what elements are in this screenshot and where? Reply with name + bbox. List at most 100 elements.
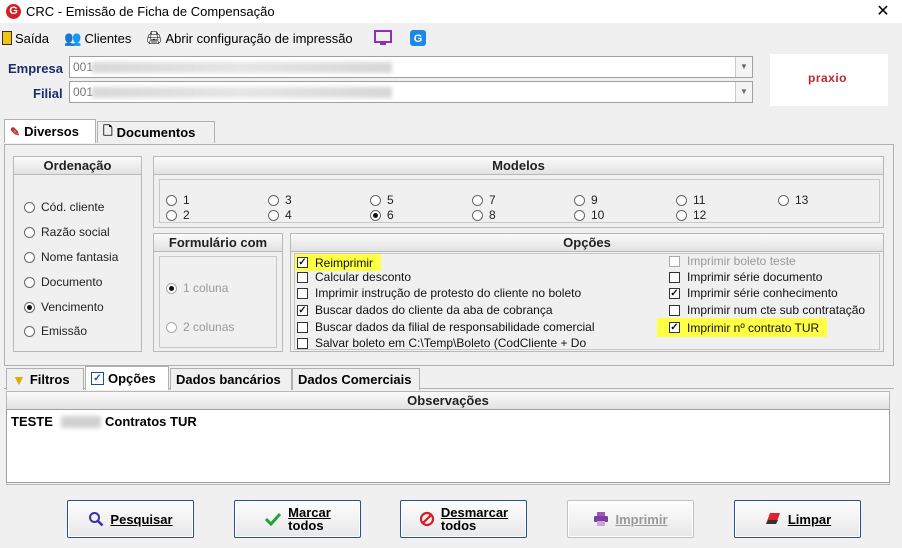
imprimir-protesto-checkbox[interactable]: Imprimir instrução de protesto do client… <box>297 285 581 301</box>
radio-documento[interactable]: Documento <box>24 275 102 289</box>
exit-door-icon <box>2 31 12 45</box>
formulario-title: Formulário com <box>154 234 282 252</box>
radio-1-coluna[interactable]: 1 coluna <box>166 281 228 295</box>
buscar-dados-cliente-checkbox[interactable]: ✓ Buscar dados do cliente da aba de cobra… <box>297 302 553 318</box>
radio-modelo-8[interactable]: 8 <box>472 208 496 222</box>
observacoes-text-start: TESTE <box>11 414 53 429</box>
pesquisar-label: Pesquisar <box>110 511 173 527</box>
calcular-desconto-checkbox[interactable]: Calcular desconto <box>297 269 411 285</box>
tab-dados-bancarios-label: Dados bancários <box>176 372 281 387</box>
imprimir-button[interactable]: Imprimir <box>567 500 694 538</box>
observacoes-text-end: Contratos TUR <box>105 414 197 429</box>
filial-value: 001 <box>73 85 94 99</box>
printer-icon <box>594 512 609 526</box>
g-app-icon: G <box>410 30 426 46</box>
desmarcar-todos-button[interactable]: Desmarcar todos <box>400 500 527 538</box>
radio-modelo-4[interactable]: 4 <box>268 208 292 222</box>
radio-modelo-6[interactable]: 6 <box>370 208 394 222</box>
toolbar: Saída 👥 Clientes 🖨 Abrir configuração de… <box>0 24 902 50</box>
config-button[interactable]: 🖨 Abrir configuração de impressão <box>146 28 353 48</box>
radio-razao-social[interactable]: Razão social <box>24 225 110 239</box>
radio-2-colunas[interactable]: 2 colunas <box>166 320 234 334</box>
document-icon: 🗋 <box>103 124 113 138</box>
filial-name-blurred <box>92 87 392 98</box>
brand-logo: praxio <box>770 54 888 106</box>
imprimir-boleto-teste-checkbox[interactable]: Imprimir boleto teste <box>669 253 796 269</box>
observacoes-title: Observações <box>7 392 889 410</box>
title-bar: G CRC - Emissão de Ficha de Compensação … <box>0 0 902 24</box>
radio-modelo-12[interactable]: 12 <box>676 208 706 222</box>
empresa-value: 001 <box>73 60 94 74</box>
config-label: Abrir configuração de impressão <box>165 30 353 46</box>
opcoes-group: Opções ✓ Reimprimir Calcular desconto Imp… <box>290 233 884 352</box>
filial-label: Filial <box>33 86 63 101</box>
radio-emissao[interactable]: Emissão <box>24 324 87 338</box>
tab-dados-comerciais[interactable]: Dados Comerciais <box>292 368 420 390</box>
empresa-label: Empresa <box>8 61 63 76</box>
radio-modelo-13[interactable]: 13 <box>778 193 808 207</box>
checkbox-icon: ✓ <box>669 287 680 299</box>
saida-label: Saída <box>15 30 49 46</box>
tab-opcoes-label: Opções <box>108 371 156 386</box>
limpar-label: Limpar <box>787 511 832 527</box>
saida-button[interactable]: Saída <box>2 28 49 48</box>
brand-text: praxio <box>808 71 848 85</box>
tab-filtros[interactable]: ▼ Filtros <box>6 368 84 390</box>
chevron-down-icon[interactable]: ▼ <box>735 57 752 77</box>
tab-opcoes[interactable]: ✓ Opções <box>85 366 169 390</box>
empresa-select[interactable]: 001 ▼ <box>69 56 753 78</box>
salvar-boleto-checkbox[interactable]: Salvar boleto em C:\Temp\Boleto (CodClie… <box>297 335 586 351</box>
tab-filtros-label: Filtros <box>29 372 70 387</box>
modelos-group: Modelos 1 2 3 4 5 6 7 8 9 10 11 12 13 <box>153 156 884 228</box>
chevron-down-icon[interactable]: ▼ <box>735 82 752 102</box>
observacoes-textarea[interactable]: TESTE Contratos TUR <box>6 409 890 483</box>
radio-modelo-5[interactable]: 5 <box>370 193 394 207</box>
imprimir-serie-conhecimento-checkbox[interactable]: ✓ Imprimir série conhecimento <box>669 285 838 301</box>
close-icon[interactable]: ✕ <box>872 1 894 23</box>
prohibited-icon <box>419 511 434 527</box>
observacoes-blurred-segment <box>61 416 101 428</box>
tab-dados-bancarios[interactable]: Dados bancários <box>170 368 292 390</box>
radio-modelo-11[interactable]: 11 <box>676 193 705 207</box>
filter-icon: ▼ <box>12 371 26 388</box>
eraser-icon <box>765 513 780 524</box>
app-logo-icon: G <box>6 4 21 19</box>
radio-vencimento[interactable]: Vencimento <box>24 300 104 314</box>
radio-nome-fantasia[interactable]: Nome fantasia <box>24 250 118 264</box>
checkbox-icon: ✓ <box>297 304 308 316</box>
checkbox-tab-icon: ✓ <box>91 372 104 385</box>
radio-modelo-7[interactable]: 7 <box>472 193 496 207</box>
tab-diversos[interactable]: ✎ Diversos <box>4 119 96 143</box>
marcar-todos-button[interactable]: Marcar todos <box>234 500 361 538</box>
checkbox-icon: ✓ <box>297 257 308 268</box>
pencil-icon: ✎ <box>10 124 21 139</box>
printer-icon: 🖨 <box>146 30 163 45</box>
radio-modelo-3[interactable]: 3 <box>268 193 292 207</box>
imprimir-label: Imprimir <box>615 511 668 527</box>
radio-cod-cliente[interactable]: Cód. cliente <box>24 200 104 214</box>
monitor-icon <box>374 30 392 45</box>
empresa-name-blurred <box>92 62 392 73</box>
radio-modelo-9[interactable]: 9 <box>574 193 598 207</box>
imprimir-num-cte-checkbox[interactable]: Imprimir num cte sub contratação <box>669 302 865 318</box>
desmarcar-label-2: todos <box>440 518 477 533</box>
radio-modelo-10[interactable]: 10 <box>574 208 604 222</box>
tab-documentos[interactable]: 🗋 Documentos <box>97 121 215 143</box>
limpar-button[interactable]: Limpar <box>734 500 861 538</box>
buscar-dados-filial-checkbox[interactable]: Buscar dados da filial de responsabilida… <box>297 319 595 335</box>
imprimir-serie-documento-checkbox[interactable]: Imprimir série documento <box>669 269 822 285</box>
clientes-button[interactable]: 👥 Clientes <box>64 28 131 48</box>
imprimir-contrato-tur-checkbox[interactable]: ✓ Imprimir nº contrato TUR <box>657 318 828 337</box>
check-icon <box>265 512 282 526</box>
marcar-label-2: todos <box>288 518 324 533</box>
window-title: CRC - Emissão de Ficha de Compensação <box>26 4 275 19</box>
pesquisar-button[interactable]: Pesquisar <box>67 500 194 538</box>
radio-modelo-2[interactable]: 2 <box>166 208 190 222</box>
svg-text:G: G <box>414 33 423 45</box>
monitor-button[interactable] <box>374 28 392 48</box>
g-app-button[interactable]: G <box>410 28 426 48</box>
filial-select[interactable]: 001 ▼ <box>69 81 753 103</box>
tab-documentos-label: Documentos <box>116 125 196 140</box>
tab-diversos-label: Diversos <box>24 124 79 139</box>
radio-modelo-1[interactable]: 1 <box>166 193 190 207</box>
